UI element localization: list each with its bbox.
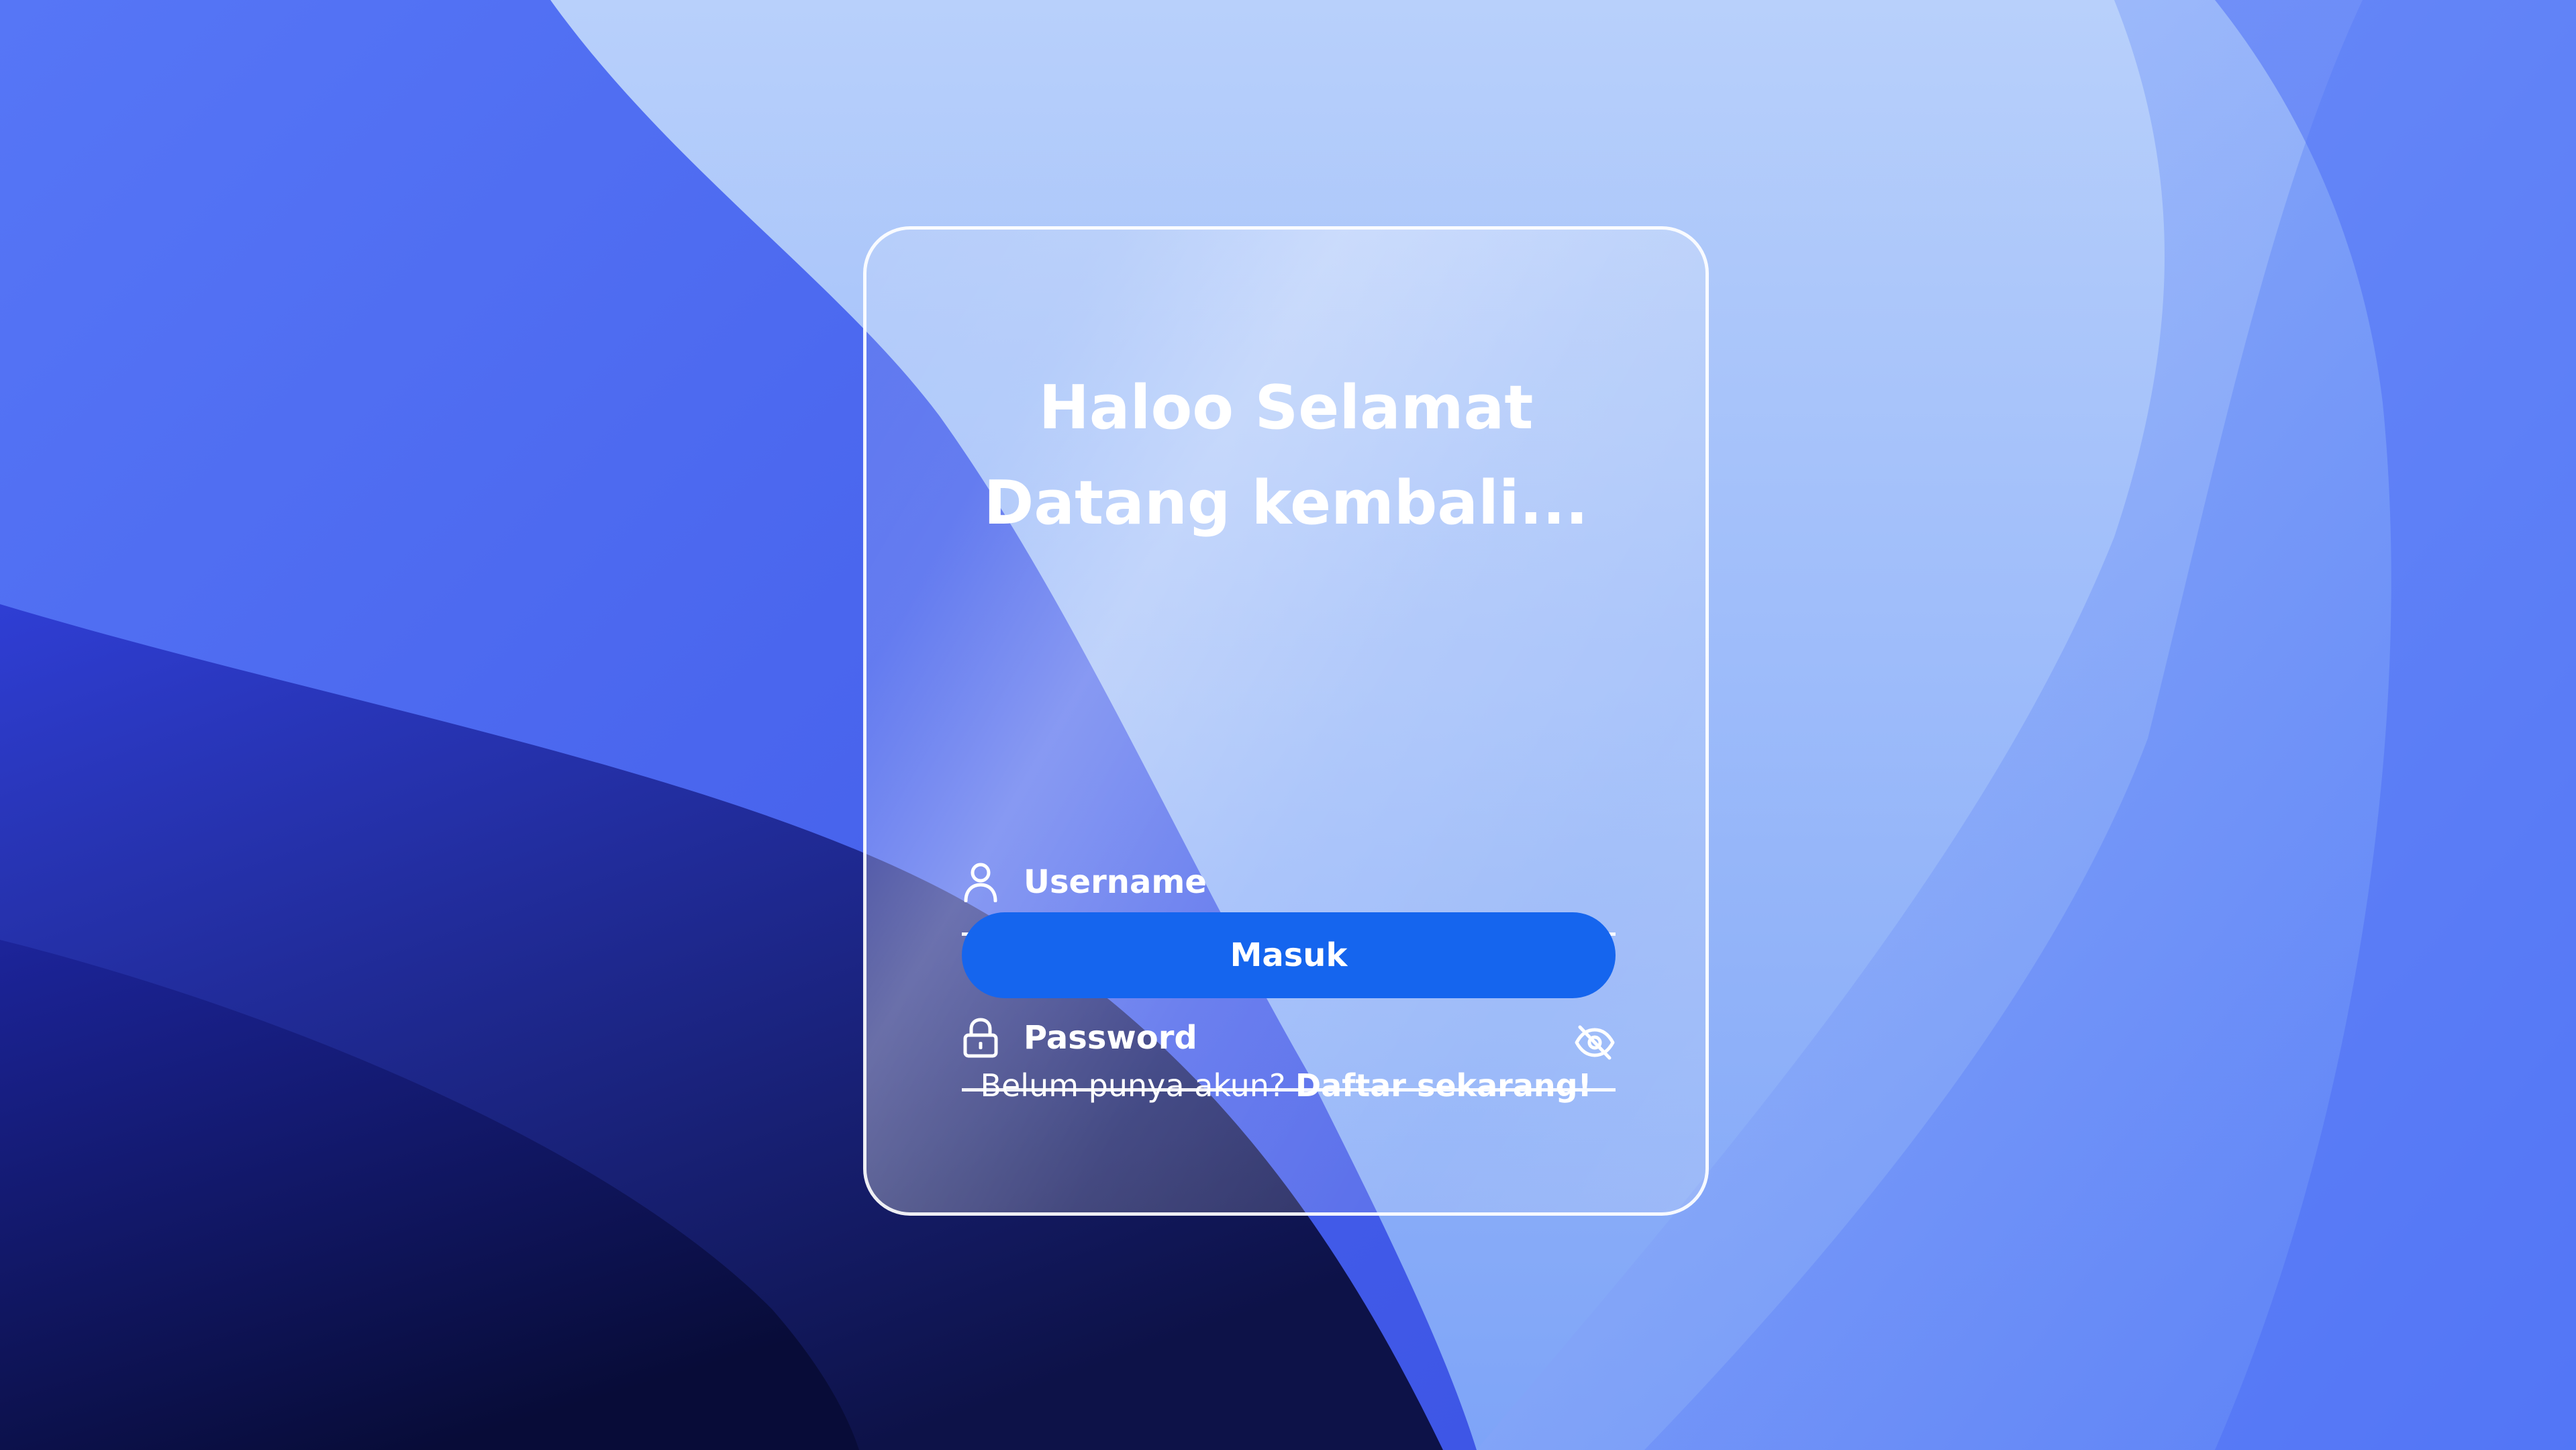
user-icon bbox=[964, 863, 997, 902]
register-prompt-text: Belum punya akun? bbox=[980, 1067, 1286, 1104]
lock-icon bbox=[963, 1018, 998, 1058]
login-button[interactable]: Masuk bbox=[962, 912, 1616, 998]
login-card: Haloo Selamat Datang kembali... Masuk Be… bbox=[863, 226, 1709, 1216]
password-input[interactable] bbox=[1024, 1011, 1547, 1065]
title-line-2: Datang kembali... bbox=[983, 468, 1589, 538]
title-line-1: Haloo Selamat bbox=[1038, 373, 1534, 443]
eye-off-icon[interactable] bbox=[1574, 1022, 1616, 1063]
login-title: Haloo Selamat Datang kembali... bbox=[866, 360, 1705, 551]
register-link[interactable]: Daftar sekarang! bbox=[1295, 1067, 1592, 1104]
register-prompt: Belum punya akun? Daftar sekarang! bbox=[866, 1062, 1705, 1109]
username-input[interactable] bbox=[1024, 855, 1547, 909]
